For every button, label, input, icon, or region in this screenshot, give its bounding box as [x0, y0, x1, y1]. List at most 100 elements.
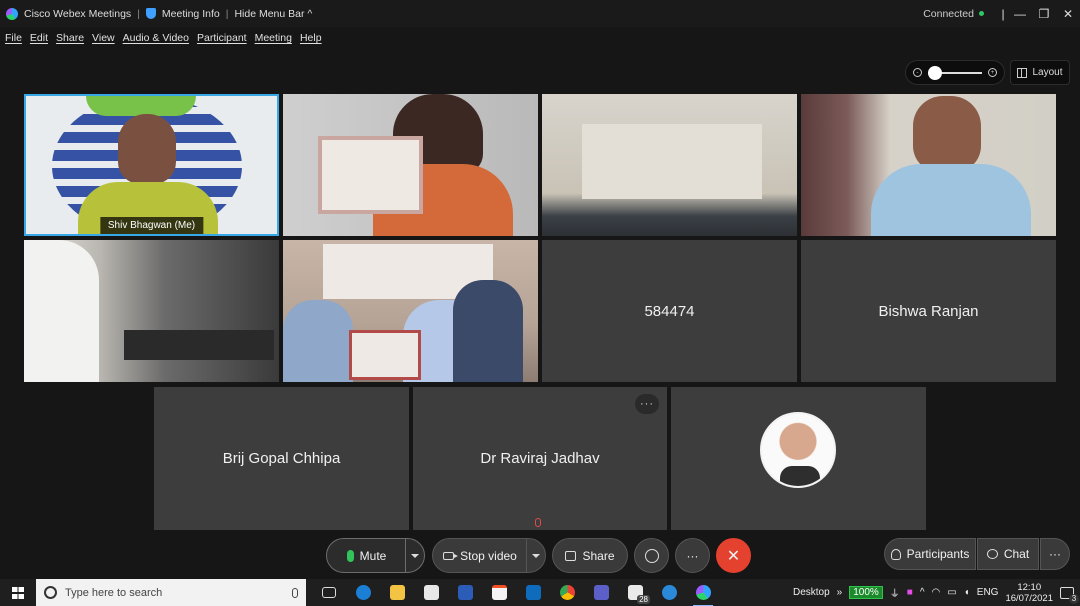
- title-bar: Cisco Webex Meetings | Meeting Info | Hi…: [0, 0, 1080, 27]
- person-icon: [890, 548, 901, 560]
- video-tile-participant[interactable]: [283, 240, 538, 382]
- title-left: Cisco Webex Meetings | Meeting Info | Hi…: [6, 7, 312, 20]
- leave-meeting-button[interactable]: ✕: [716, 538, 751, 573]
- volume-icon[interactable]: ◖: [964, 587, 970, 598]
- panel-more-button[interactable]: ···: [1040, 538, 1070, 570]
- taskbar-search-input[interactable]: Type here to search: [36, 579, 306, 606]
- connection-status-label: Connected: [923, 7, 974, 20]
- start-button[interactable]: [0, 579, 36, 606]
- word-icon[interactable]: [452, 582, 478, 604]
- mail-icon[interactable]: 28: [622, 582, 650, 604]
- video-tile-participant[interactable]: [801, 94, 1056, 236]
- video-tile-participant[interactable]: [671, 387, 926, 530]
- chat-label: Chat: [1003, 547, 1030, 561]
- zoom-in-icon[interactable]: +: [988, 68, 997, 77]
- system-tray: Desktop » 100% ⏚ ■ ^ ◠ ▭ ◖ ENG 12:10 16/…: [793, 579, 1080, 606]
- share-icon: [565, 550, 577, 561]
- chevron-down-icon: [532, 553, 540, 558]
- mute-button[interactable]: Mute: [326, 538, 407, 573]
- notification-count: 3: [1069, 593, 1079, 604]
- close-button[interactable]: ✕: [1056, 0, 1080, 27]
- menu-meeting[interactable]: Meeting: [255, 32, 292, 44]
- video-tile-participant[interactable]: [283, 94, 538, 236]
- menu-file[interactable]: File: [5, 32, 22, 44]
- windows-logo-icon: [12, 586, 24, 599]
- participants-button[interactable]: Participants: [884, 538, 976, 570]
- person-silhouette: [24, 240, 99, 382]
- chat-bubble-icon: [986, 549, 998, 559]
- audio-options-dropdown[interactable]: [405, 538, 425, 573]
- grid-layout-icon: [1017, 67, 1028, 78]
- more-dots-icon: ···: [686, 548, 699, 563]
- chevron-up-icon: ^: [307, 7, 313, 20]
- share-label: Share: [582, 548, 615, 563]
- outlook-icon[interactable]: [520, 582, 546, 604]
- language-indicator[interactable]: ENG: [977, 587, 999, 598]
- task-view-icon[interactable]: [316, 582, 342, 604]
- person-silhouette: [453, 280, 523, 382]
- meeting-info-link[interactable]: Meeting Info: [162, 8, 220, 20]
- battery-indicator[interactable]: 100%: [849, 586, 883, 599]
- search-icon: [44, 586, 57, 599]
- video-tile-participant[interactable]: Dr Raviraj Jadhav ···: [413, 387, 667, 530]
- toolbar-expand-icon[interactable]: »: [837, 587, 843, 598]
- person-silhouette: [283, 300, 353, 382]
- chevron-up-icon[interactable]: ^: [920, 587, 925, 598]
- edge-legacy-icon[interactable]: [350, 582, 376, 604]
- taskbar-clock[interactable]: 12:10 16/07/2021: [1005, 582, 1053, 604]
- room-furniture-graphic: [124, 330, 274, 360]
- file-explorer-icon[interactable]: [384, 582, 410, 604]
- store-icon[interactable]: [486, 582, 512, 604]
- menu-share[interactable]: Share: [56, 32, 84, 44]
- notification-center-icon[interactable]: 3: [1060, 586, 1079, 604]
- reactions-button[interactable]: [634, 538, 669, 573]
- restore-button[interactable]: ❐: [1032, 0, 1056, 27]
- sticky-notes-icon[interactable]: [418, 582, 444, 604]
- divider-icon: |: [1001, 6, 1005, 21]
- webex-logo-icon: [6, 7, 18, 20]
- zoom-slider[interactable]: [928, 65, 982, 80]
- menu-edit[interactable]: Edit: [30, 32, 48, 44]
- webex-taskbar-icon[interactable]: [690, 582, 716, 606]
- stop-video-button[interactable]: Stop video: [432, 538, 528, 573]
- participant-name-label: Shiv Bhagwan (Me): [99, 217, 204, 234]
- tray-app-icon[interactable]: ■: [907, 587, 913, 598]
- more-options-button[interactable]: ···: [675, 538, 710, 573]
- edge-icon[interactable]: [656, 582, 682, 604]
- participant-name-label: Brij Gopal Chhipa: [222, 450, 341, 467]
- menu-audio-video[interactable]: Audio & Video: [123, 32, 189, 44]
- video-tile-participant[interactable]: [24, 240, 279, 382]
- chrome-icon[interactable]: [554, 582, 580, 604]
- video-options-dropdown[interactable]: [526, 538, 546, 573]
- app-title: Cisco Webex Meetings: [24, 7, 132, 20]
- tile-more-options-button[interactable]: ···: [635, 394, 659, 414]
- chat-button[interactable]: Chat: [977, 538, 1039, 570]
- avatar: [760, 412, 836, 488]
- desktop-toolbar-label[interactable]: Desktop: [793, 587, 830, 598]
- layout-label: Layout: [1032, 67, 1063, 78]
- zoom-slider-knob[interactable]: [928, 65, 942, 80]
- layout-button[interactable]: Layout: [1010, 60, 1070, 85]
- share-button[interactable]: Share: [552, 538, 628, 573]
- video-tile-participant[interactable]: [542, 94, 797, 236]
- video-tile-participant[interactable]: Bishwa Ranjan: [801, 240, 1056, 382]
- video-tile-participant[interactable]: Brij Gopal Chhipa: [154, 387, 409, 530]
- title-separator: |: [225, 7, 229, 20]
- teams-icon[interactable]: [588, 582, 614, 604]
- smiley-icon: [644, 548, 659, 563]
- microphone-icon[interactable]: [292, 587, 298, 598]
- participant-name-label: Bishwa Ranjan: [878, 302, 979, 320]
- close-icon: ✕: [726, 547, 741, 565]
- wifi-icon[interactable]: ◠: [932, 587, 941, 598]
- background-logo-graphic: [86, 96, 196, 116]
- minimize-button[interactable]: —: [1008, 0, 1032, 27]
- menu-participant[interactable]: Participant: [197, 32, 247, 44]
- zoom-out-icon[interactable]: -: [913, 68, 922, 77]
- video-tile-participant[interactable]: 584474: [542, 240, 797, 382]
- battery-icon[interactable]: ▭: [947, 587, 956, 598]
- person-silhouette: [913, 96, 981, 172]
- menu-view[interactable]: View: [92, 32, 115, 44]
- menu-help[interactable]: Help: [300, 32, 322, 44]
- video-tile-self[interactable]: Shiv Bhagwan (Me): [24, 94, 279, 236]
- hide-menu-bar-button[interactable]: Hide Menu Bar ^: [234, 8, 312, 20]
